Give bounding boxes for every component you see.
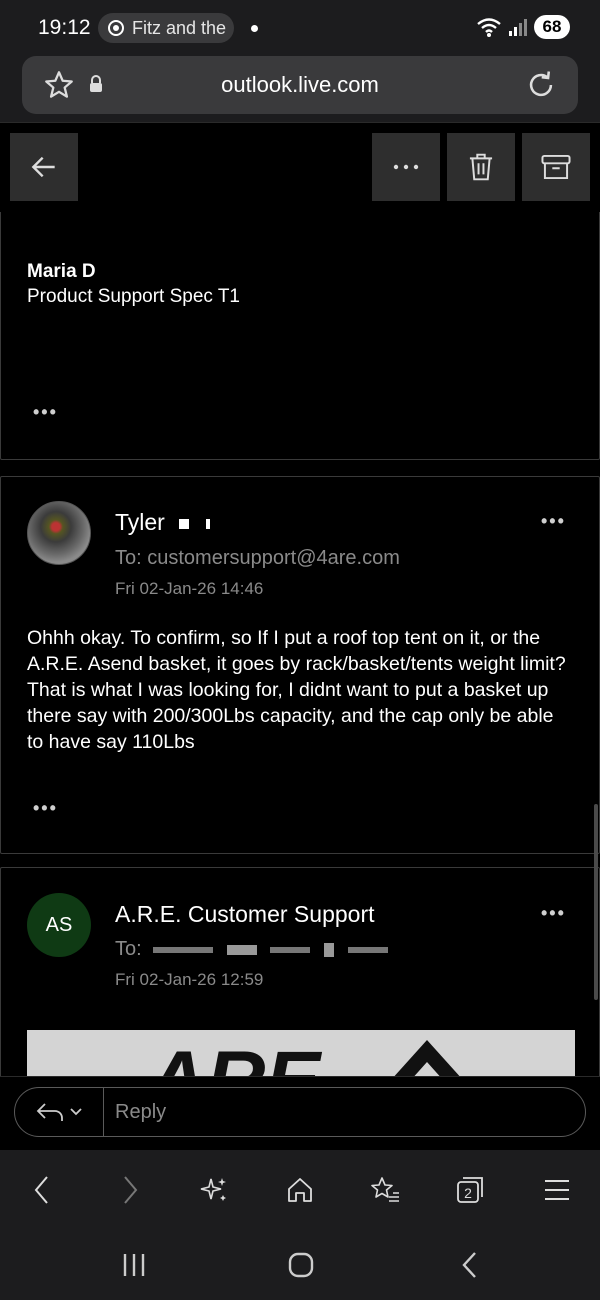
delete-button[interactable] (447, 133, 515, 201)
message-card: Tyler ••• To: customersupport@4are.com F… (0, 476, 600, 854)
sparkle-icon (200, 1178, 226, 1201)
browser-address-area: outlook.live.com (0, 56, 600, 122)
more-actions-button[interactable] (372, 133, 440, 201)
signature-name: Maria D (27, 261, 96, 282)
sender-avatar[interactable]: AS (27, 893, 91, 957)
back-button[interactable] (10, 133, 78, 201)
message-menu-button[interactable]: ••• (541, 511, 566, 532)
home-nav-button[interactable] (281, 1248, 321, 1282)
reply-box[interactable]: Reply (14, 1087, 586, 1137)
are-logo: ARE (145, 1035, 460, 1076)
recipient-line: To: customersupport@4are.com (115, 547, 400, 569)
scrollbar-thumb[interactable] (594, 804, 598, 1000)
chevron-right-icon (124, 1176, 138, 1204)
signature-title: Product Support Spec T1 (27, 286, 240, 307)
back-arrow-icon (31, 156, 55, 178)
browser-menu-button[interactable] (537, 1170, 577, 1210)
redaction-mark (323, 942, 334, 957)
recent-apps-icon (123, 1254, 145, 1276)
home-icon (288, 1178, 312, 1202)
status-time: 19:12 (38, 16, 91, 39)
message-date: Fri 02-Jan-26 12:59 (115, 970, 264, 989)
music-app-icon (108, 20, 124, 36)
tabs-button[interactable]: 2 (450, 1170, 490, 1210)
address-bar[interactable]: outlook.live.com (22, 56, 578, 114)
redaction-mark (226, 944, 257, 955)
bookmarks-icon (371, 1177, 399, 1202)
email-thread[interactable]: Maria D Product Support Spec T1 ••• Tyle… (0, 212, 600, 1076)
sender-name[interactable]: A.R.E. Customer Support (115, 901, 375, 928)
company-logo-banner: ARE (27, 1030, 575, 1076)
message-date: Fri 02-Jan-26 14:46 (115, 579, 264, 598)
back-chevron-icon (462, 1252, 476, 1278)
sender-name-text: Tyler (115, 509, 165, 535)
browser-forward-button[interactable] (110, 1170, 150, 1210)
wifi-icon (477, 18, 501, 37)
sender-name[interactable]: Tyler (115, 509, 210, 536)
home-button[interactable] (280, 1170, 320, 1210)
browser-back-button[interactable] (22, 1170, 62, 1210)
redaction-mark (205, 518, 210, 529)
recipient-line: To: (115, 938, 388, 961)
tabs-count: 2 (464, 1185, 472, 1201)
message-card: Maria D Product Support Spec T1 ••• (0, 212, 600, 460)
more-icon (393, 164, 419, 170)
status-icons: 68 (476, 15, 570, 39)
redaction-mark (153, 946, 214, 953)
reply-area: Reply (0, 1076, 600, 1150)
battery-indicator: 68 (534, 15, 570, 39)
svg-text:ARE: ARE (145, 1035, 322, 1076)
redaction-mark (270, 946, 311, 953)
reply-input[interactable]: Reply (115, 1101, 166, 1124)
browser-nav-bar: 2 (0, 1150, 600, 1230)
message-menu-button[interactable]: ••• (541, 903, 566, 924)
recipient-label: To: (115, 938, 142, 960)
reply-arrow-icon (36, 1103, 63, 1121)
archive-icon (541, 154, 571, 180)
bookmarks-button[interactable] (365, 1170, 405, 1210)
show-quoted-text-button[interactable]: ••• (33, 402, 58, 423)
recent-apps-button[interactable] (114, 1248, 154, 1282)
message-card: AS A.R.E. Customer Support ••• To: Fri 0… (0, 867, 600, 1076)
media-playing-chip[interactable]: Fitz and the (98, 13, 234, 43)
show-quoted-text-button[interactable]: ••• (33, 798, 58, 819)
chevron-left-icon (34, 1176, 48, 1204)
tabs-icon: 2 (457, 1177, 483, 1203)
chevron-down-icon (70, 1108, 82, 1116)
trash-icon (469, 153, 493, 181)
archive-button[interactable] (522, 133, 590, 201)
notification-dot-icon (251, 25, 258, 32)
redaction-mark (179, 518, 190, 529)
redaction-mark (347, 946, 388, 953)
home-circle-icon (288, 1252, 314, 1278)
message-toolbar (0, 122, 600, 212)
signal-icon (509, 19, 527, 36)
sender-avatar[interactable] (27, 501, 91, 565)
ai-assistant-button[interactable] (194, 1170, 234, 1210)
url-text[interactable]: outlook.live.com (22, 72, 578, 98)
message-body: Ohhh okay. To confirm, so If I put a roo… (27, 627, 566, 753)
system-nav-bar (0, 1230, 600, 1300)
reply-type-selector[interactable] (15, 1088, 104, 1136)
status-bar: 19:12 Fitz and the 68 (0, 0, 600, 56)
reload-icon[interactable] (524, 68, 558, 102)
back-nav-button[interactable] (450, 1248, 490, 1282)
hamburger-menu-icon (545, 1180, 569, 1200)
media-title: Fitz and the (132, 17, 227, 38)
